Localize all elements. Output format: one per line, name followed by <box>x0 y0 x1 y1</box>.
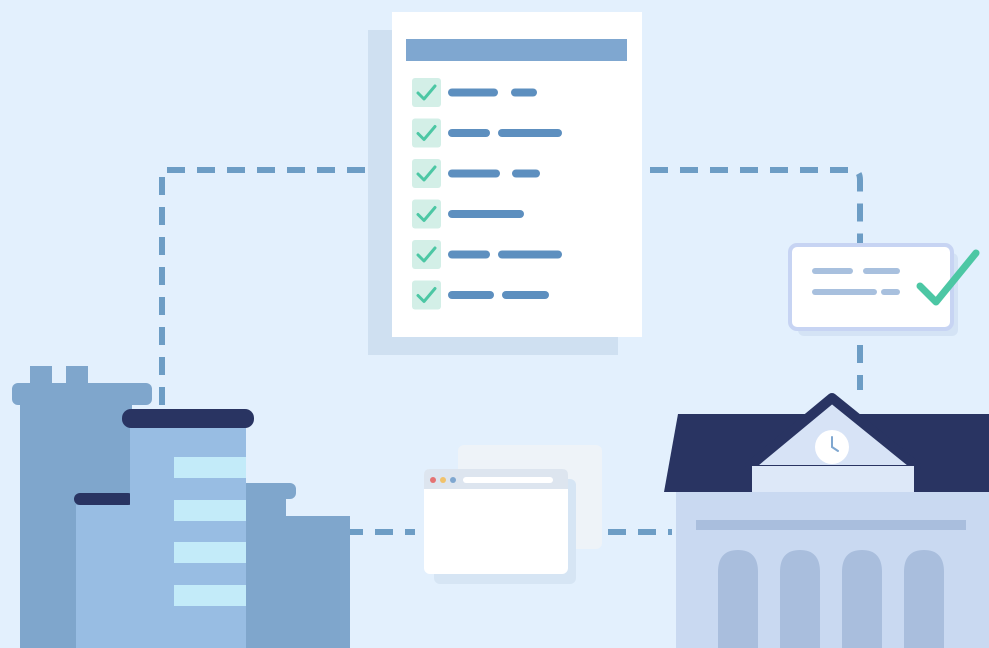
connector-left <box>159 167 372 405</box>
verified-card-icon <box>788 243 980 336</box>
checklist-document-icon <box>368 12 642 355</box>
clock-icon <box>815 430 849 464</box>
document-header-bar <box>406 39 627 61</box>
office-building-icon <box>12 366 350 648</box>
government-building-icon <box>664 393 989 648</box>
browser-window-icon <box>424 445 602 584</box>
connector-right <box>650 167 863 245</box>
illustration-scene <box>0 0 989 648</box>
